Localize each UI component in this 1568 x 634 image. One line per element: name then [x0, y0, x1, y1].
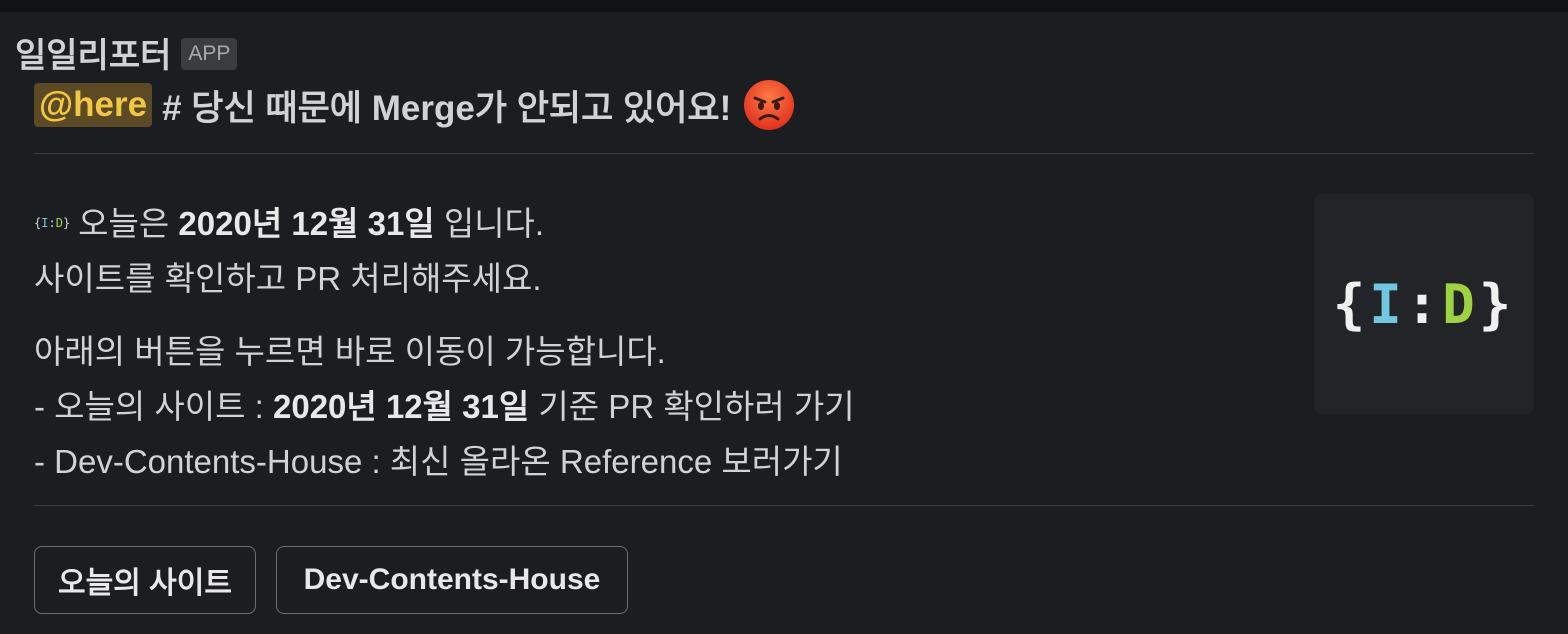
- message-header: 일일리포터 APP: [15, 28, 238, 77]
- body-line-dev-contents: - Dev-Contents-House : 최신 올라온 Reference …: [34, 443, 843, 480]
- today-site-button[interactable]: 오늘의 사이트: [34, 546, 256, 614]
- top-bar: [0, 0, 1568, 12]
- divider-bottom: [34, 505, 1534, 506]
- date-bold: 2020년 12월 31일: [178, 205, 435, 242]
- app-badge: APP: [181, 37, 238, 70]
- id-logo-small-icon: {I:D}: [34, 216, 71, 230]
- id-logo-icon: {I:D}: [1332, 272, 1516, 336]
- dev-contents-house-button[interactable]: Dev-Contents-House: [276, 546, 628, 614]
- divider-top: [34, 153, 1534, 154]
- body-line-buttons-hint: 아래의 버튼을 누르면 바로 이동이 가능합니다.: [34, 333, 666, 370]
- message-body: {I:D} 오늘은 2020년 12월 31일 입니다. 사이트를 확인하고 PR…: [34, 196, 1284, 489]
- body-line-today-site: - 오늘의 사이트 : 2020년 12월 31일 기준 PR 확인하러 가기: [34, 388, 855, 425]
- sender-name[interactable]: 일일리포터: [15, 28, 171, 77]
- body-line-date: {I:D} 오늘은 2020년 12월 31일 입니다.: [34, 196, 1284, 251]
- headline-text: # 당신 때문에 Merge가 안되고 있어요!: [162, 88, 732, 128]
- angry-face-icon: [744, 80, 795, 130]
- date-bold: 2020년 12월 31일: [273, 388, 530, 425]
- body-line-instruction: 사이트를 확인하고 PR 처리해주세요.: [34, 260, 542, 297]
- here-mention[interactable]: @here: [34, 83, 153, 127]
- message-headline: @here # 당신 때문에 Merge가 안되고 있어요!: [34, 80, 795, 130]
- id-logo-thumbnail[interactable]: {I:D}: [1314, 194, 1534, 414]
